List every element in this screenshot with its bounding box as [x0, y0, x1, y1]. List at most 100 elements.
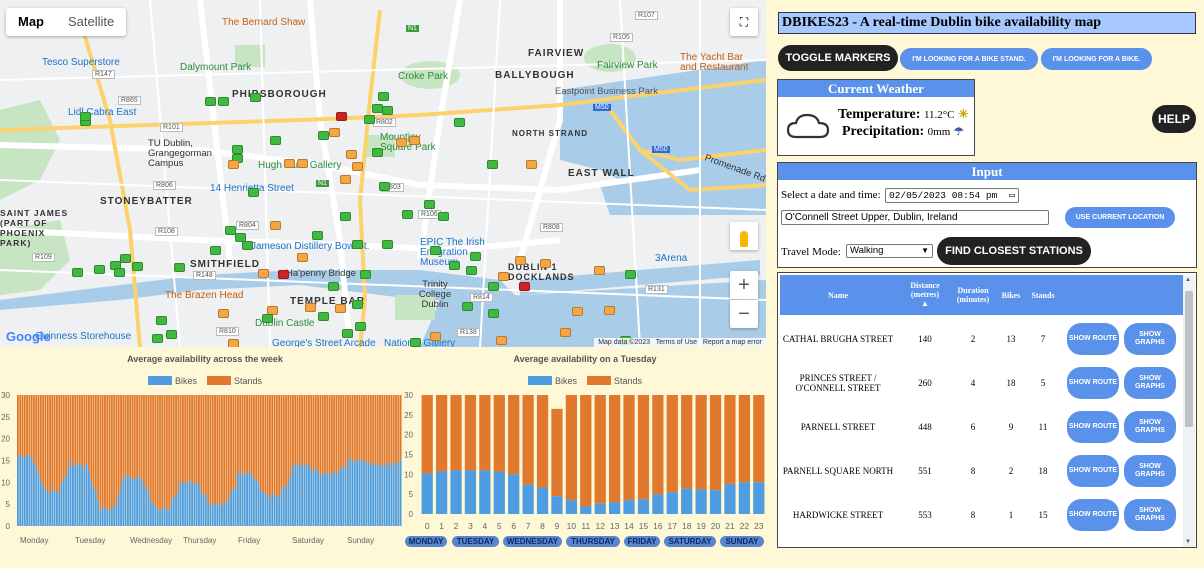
show-route-button[interactable]: SHOW ROUTE — [1067, 411, 1119, 443]
station-marker-few-bikes[interactable] — [352, 162, 363, 171]
day-button-monday[interactable]: MONDAY — [405, 536, 447, 547]
station-marker-many-bikes[interactable] — [355, 322, 366, 331]
station-marker-many-bikes[interactable] — [466, 266, 477, 275]
station-marker-many-bikes[interactable] — [312, 231, 323, 240]
day-button-thursday[interactable]: THURSDAY — [566, 536, 620, 547]
station-marker-empty[interactable] — [278, 270, 289, 279]
day-button-wednesday[interactable]: WEDNESDAY — [503, 536, 562, 547]
station-marker-many-bikes[interactable] — [318, 131, 329, 140]
station-marker-many-bikes[interactable] — [340, 212, 351, 221]
scrollbar[interactable]: ▲ ▼ — [1183, 275, 1195, 547]
day-button-saturday[interactable]: SATURDAY — [664, 536, 716, 547]
station-marker-empty[interactable] — [336, 112, 347, 121]
station-marker-many-bikes[interactable] — [328, 282, 339, 291]
station-marker-many-bikes[interactable] — [424, 200, 435, 209]
scroll-down-icon[interactable]: ▼ — [1185, 539, 1191, 545]
station-marker-many-bikes[interactable] — [488, 309, 499, 318]
zoom-out-button[interactable]: − — [730, 300, 758, 328]
station-marker-many-bikes[interactable] — [382, 240, 393, 249]
station-marker-few-bikes[interactable] — [297, 253, 308, 262]
show-graphs-button[interactable]: SHOW GRAPHS — [1124, 455, 1176, 487]
station-marker-few-bikes[interactable] — [560, 328, 571, 337]
station-marker-many-bikes[interactable] — [232, 145, 243, 154]
map-type-map[interactable]: Map — [6, 8, 56, 36]
station-marker-few-bikes[interactable] — [594, 266, 605, 275]
terms-link[interactable]: Terms of Use — [656, 339, 697, 346]
calendar-icon[interactable]: ▭ — [1009, 189, 1015, 202]
map-type-satellite[interactable]: Satellite — [56, 8, 126, 36]
show-graphs-button[interactable]: SHOW GRAPHS — [1124, 499, 1176, 531]
station-marker-few-bikes[interactable] — [228, 160, 239, 169]
day-button-sunday[interactable]: SUNDAY — [720, 536, 764, 547]
station-marker-many-bikes[interactable] — [488, 282, 499, 291]
station-marker-few-bikes[interactable] — [218, 309, 229, 318]
use-current-location-button[interactable]: USE CURRENT LOCATION — [1065, 207, 1175, 228]
map-type-control[interactable]: Map Satellite — [6, 8, 127, 36]
station-marker-many-bikes[interactable] — [364, 115, 375, 124]
station-marker-many-bikes[interactable] — [270, 136, 281, 145]
station-marker-few-bikes[interactable] — [329, 128, 340, 137]
find-closest-stations-button[interactable]: FIND CLOSEST STATIONS — [937, 237, 1091, 265]
station-marker-many-bikes[interactable] — [80, 112, 91, 121]
station-marker-few-bikes[interactable] — [335, 304, 346, 313]
station-marker-few-bikes[interactable] — [284, 159, 295, 168]
station-marker-many-bikes[interactable] — [430, 246, 441, 255]
station-marker-many-bikes[interactable] — [132, 262, 143, 271]
station-marker-few-bikes[interactable] — [258, 269, 269, 278]
travel-mode-select[interactable]: Walking ▼ — [846, 244, 933, 258]
station-marker-many-bikes[interactable] — [378, 92, 389, 101]
pegman-button[interactable] — [730, 222, 758, 250]
station-marker-many-bikes[interactable] — [352, 240, 363, 249]
zoom-in-button[interactable]: + — [730, 271, 758, 299]
station-marker-many-bikes[interactable] — [262, 314, 273, 323]
station-marker-many-bikes[interactable] — [372, 148, 383, 157]
station-marker-many-bikes[interactable] — [242, 241, 253, 250]
station-marker-many-bikes[interactable] — [248, 188, 259, 197]
station-marker-many-bikes[interactable] — [72, 268, 83, 277]
station-marker-many-bikes[interactable] — [487, 160, 498, 169]
station-marker-many-bikes[interactable] — [410, 338, 421, 347]
station-marker-many-bikes[interactable] — [462, 302, 473, 311]
station-marker-few-bikes[interactable] — [526, 160, 537, 169]
station-marker-many-bikes[interactable] — [379, 182, 390, 191]
station-marker-many-bikes[interactable] — [166, 330, 177, 339]
map[interactable]: Map Satellite ⛶ + − PHIBSBOROUGH STONEYB… — [0, 0, 766, 347]
station-marker-few-bikes[interactable] — [604, 306, 615, 315]
bike-stand-button[interactable]: I'M LOOKING FOR A BIKE STAND. — [900, 48, 1038, 70]
show-graphs-button[interactable]: SHOW GRAPHS — [1124, 367, 1176, 399]
station-marker-empty[interactable] — [519, 282, 530, 291]
station-marker-few-bikes[interactable] — [515, 256, 526, 265]
station-marker-few-bikes[interactable] — [305, 303, 316, 312]
station-marker-few-bikes[interactable] — [270, 221, 281, 230]
show-graphs-button[interactable]: SHOW GRAPHS — [1124, 323, 1176, 355]
show-route-button[interactable]: SHOW ROUTE — [1067, 367, 1119, 399]
station-marker-few-bikes[interactable] — [228, 339, 239, 347]
station-marker-many-bikes[interactable] — [205, 97, 216, 106]
bike-button[interactable]: I'M LOOKING FOR A BIKE. — [1041, 48, 1152, 70]
station-marker-many-bikes[interactable] — [250, 93, 261, 102]
station-marker-many-bikes[interactable] — [218, 97, 229, 106]
station-marker-few-bikes[interactable] — [409, 136, 420, 145]
station-marker-many-bikes[interactable] — [114, 268, 125, 277]
station-marker-many-bikes[interactable] — [449, 261, 460, 270]
header-distance[interactable]: Distance (metres) ▲ — [906, 281, 944, 308]
station-marker-many-bikes[interactable] — [382, 106, 393, 115]
station-marker-many-bikes[interactable] — [156, 316, 167, 325]
station-marker-many-bikes[interactable] — [152, 334, 163, 343]
show-route-button[interactable]: SHOW ROUTE — [1067, 455, 1119, 487]
fullscreen-button[interactable]: ⛶ — [730, 8, 758, 36]
station-marker-few-bikes[interactable] — [340, 175, 351, 184]
scroll-thumb[interactable] — [1185, 291, 1193, 427]
station-marker-many-bikes[interactable] — [210, 246, 221, 255]
date-time-input[interactable]: 02/05/2023 08:54 pm ▭ — [885, 188, 1019, 203]
station-marker-many-bikes[interactable] — [318, 312, 329, 321]
station-marker-many-bikes[interactable] — [360, 270, 371, 279]
station-marker-many-bikes[interactable] — [94, 265, 105, 274]
station-marker-many-bikes[interactable] — [342, 329, 353, 338]
station-marker-few-bikes[interactable] — [498, 272, 509, 281]
station-marker-few-bikes[interactable] — [540, 259, 551, 268]
station-marker-few-bikes[interactable] — [430, 332, 441, 341]
station-marker-many-bikes[interactable] — [352, 300, 363, 309]
station-marker-many-bikes[interactable] — [470, 252, 481, 261]
help-button[interactable]: HELP — [1152, 105, 1196, 133]
